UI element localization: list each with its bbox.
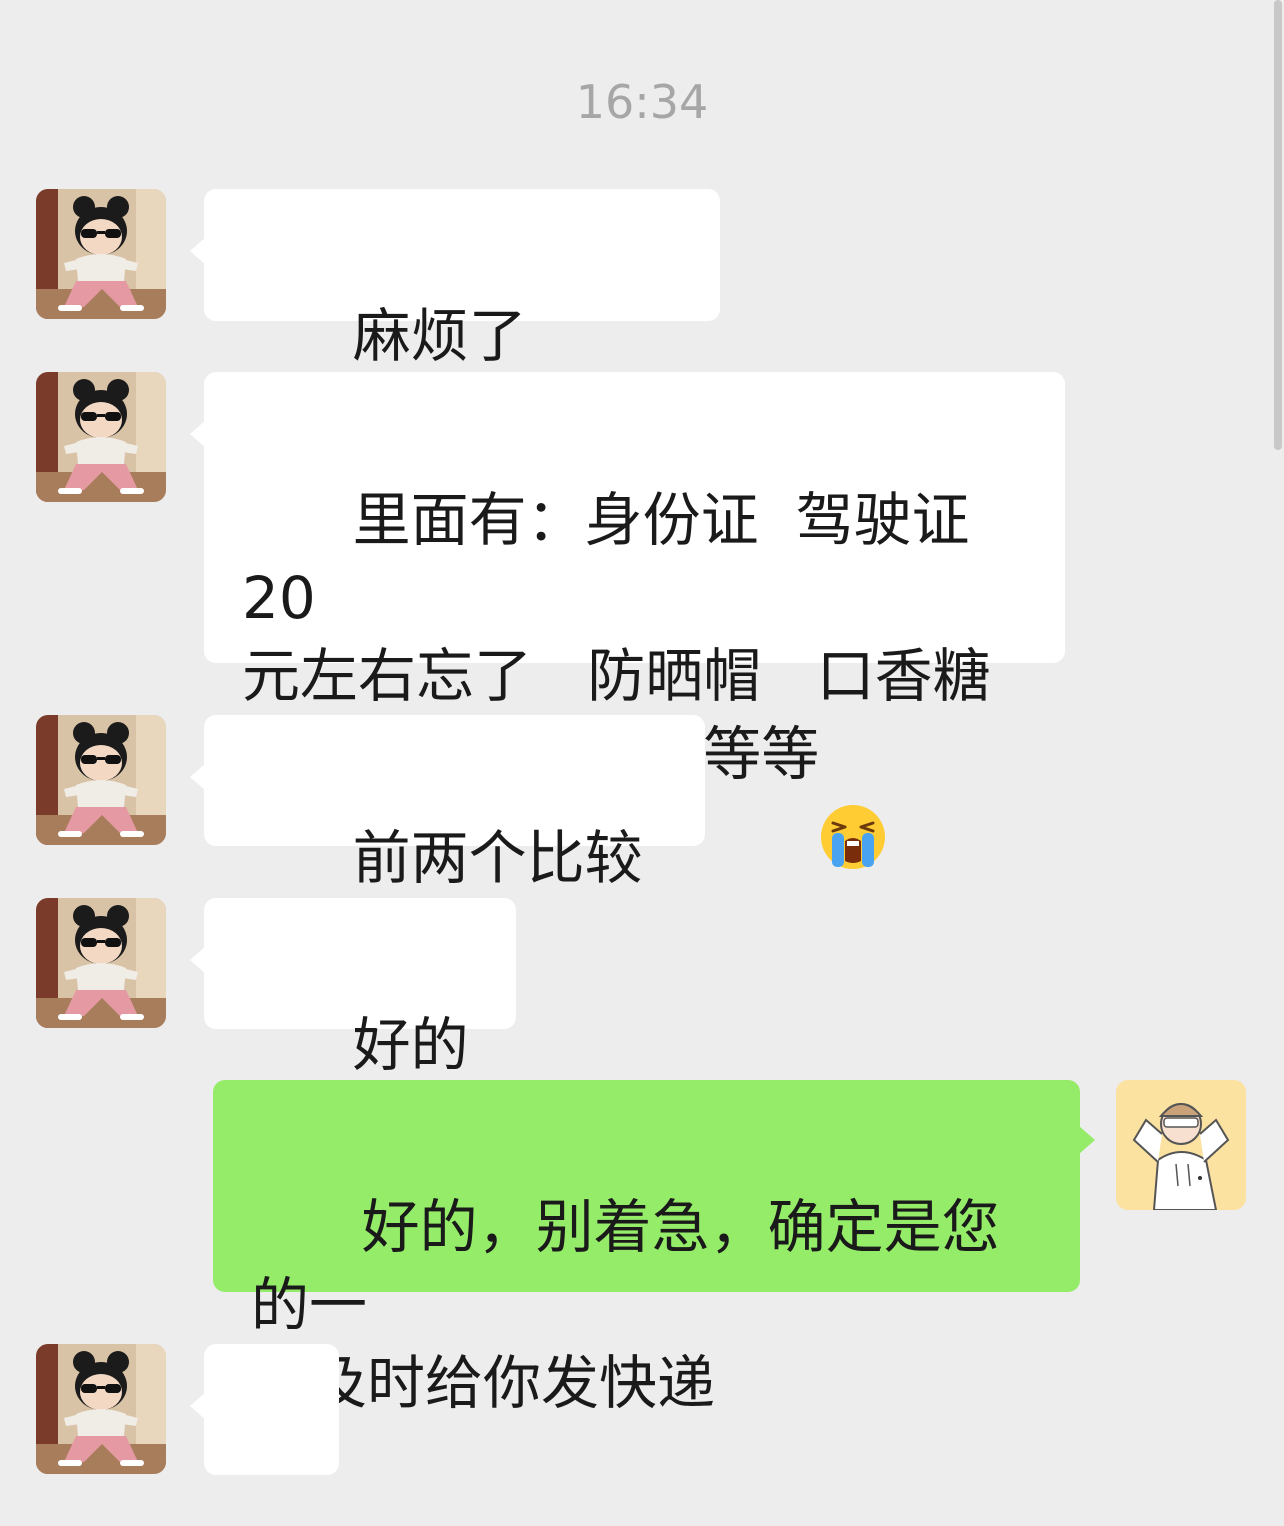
message-row: 里面有：身份证 驾驶证 20 元左右忘了 防晒帽 口香糖 口红 小梳子 等等等等 [0,372,1284,869]
message-bubble[interactable]: 好的 [190,898,516,1241]
contact-avatar[interactable] [36,189,166,319]
contact-avatar[interactable] [36,1344,166,1474]
contact-avatar[interactable] [36,372,166,502]
message-bubble-outgoing[interactable]: 好的，别着急，确定是您的一 定及时给你发快递 [213,1080,1095,1417]
message-row: 前两个比较重要 [0,715,1284,970]
message-row: 好 [0,1344,1284,1475]
message-bubble[interactable]: 前两个比较重要 [190,715,705,970]
message-row: 好的 [0,898,1284,1241]
self-avatar[interactable] [1116,1080,1246,1210]
message-timestamp: 16:34 [575,75,709,129]
chat-window: 16:34 麻烦了 里面有：身份证 驾驶证 20 元左右忘了 防晒帽 口香糖 前… [0,0,1284,1526]
message-row: 麻烦了 [0,189,1284,532]
message-bubble[interactable]: 好 [190,1344,339,1475]
contact-avatar[interactable] [36,715,166,845]
message-text: 好的 [352,1010,469,1079]
message-row: 好的，别着急，确定是您的一 定及时给你发快递 [0,1080,1284,1417]
message-text: 麻烦了 [352,301,527,370]
contact-avatar[interactable] [36,898,166,1028]
message-bubble[interactable]: 里面有：身份证 驾驶证 20 元左右忘了 防晒帽 口香糖 口红 小梳子 等等等等 [190,372,1065,869]
message-bubble[interactable]: 麻烦了 [190,189,720,532]
